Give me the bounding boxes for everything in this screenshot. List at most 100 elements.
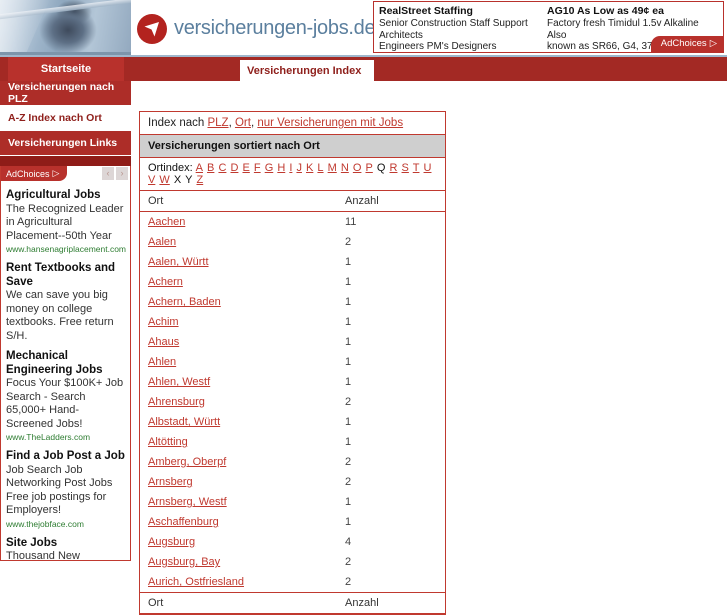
- sidebar-ad-url[interactable]: www.thejobface.com: [6, 518, 125, 530]
- sidebar-ad-item[interactable]: Mechanical Engineering Jobs Focus Your $…: [1, 350, 130, 443]
- index-prefix-label: Index nach: [148, 117, 208, 129]
- alpha-letter-M[interactable]: M: [328, 162, 337, 174]
- link-ort[interactable]: Achern: [148, 276, 183, 288]
- sidebar-item-az-index[interactable]: A-Z Index nach Ort: [0, 106, 131, 131]
- alpha-letter-W[interactable]: W: [159, 174, 169, 186]
- alpha-letter-J[interactable]: J: [296, 162, 302, 174]
- table-row: Achern, Baden 1: [140, 292, 445, 312]
- orte-table: Ort Anzahl Aachen 11 Aalen 2 Aalen, Württ 1 Ac…: [140, 191, 445, 614]
- alpha-letter-O[interactable]: O: [353, 162, 362, 174]
- alpha-letter-U[interactable]: U: [424, 162, 432, 174]
- link-ort[interactable]: Ahlen: [148, 356, 176, 368]
- chevron-left-icon[interactable]: ‹: [102, 167, 114, 180]
- link-ort[interactable]: Achern, Baden: [148, 296, 221, 308]
- link-ort[interactable]: Ahaus: [148, 336, 179, 348]
- table-row: Ahaus 1: [140, 332, 445, 352]
- sidebar-ad-url[interactable]: www.hansenagriplacement.com: [6, 243, 126, 255]
- sidebar-ad-url[interactable]: www.TheLadders.com: [6, 431, 125, 443]
- top-ad-url[interactable]: www.realstreetstaffing.com: [379, 53, 541, 54]
- alpha-letter-I[interactable]: I: [289, 162, 292, 174]
- link-ort[interactable]: Arnsberg, Westf: [148, 496, 227, 508]
- site-logo[interactable]: versicherungen-jobs.de: [131, 0, 376, 57]
- column-footer-ort: Ort: [140, 592, 337, 614]
- alpha-letter-A[interactable]: A: [196, 162, 203, 174]
- sidebar-ad-item[interactable]: Find a Job Post a Job Job Search Job Net…: [1, 450, 130, 530]
- alpha-letter-Y: Y: [185, 174, 193, 186]
- alphabet-index-label: Ortindex:: [148, 162, 193, 174]
- alpha-letter-D[interactable]: D: [230, 162, 238, 174]
- chevron-right-icon[interactable]: ›: [116, 167, 128, 180]
- link-ort[interactable]: Augsburg: [148, 536, 195, 548]
- link-ort[interactable]: Aalen: [148, 236, 176, 248]
- alpha-letter-R[interactable]: R: [390, 162, 398, 174]
- alpha-letter-B[interactable]: B: [207, 162, 214, 174]
- sidebar-ad-title-underlined[interactable]: Save: [6, 276, 125, 290]
- sidebar-ad-body: We can save you big money on college tex…: [6, 289, 114, 342]
- header-photo-banner: [0, 0, 132, 52]
- sidebar-item-links[interactable]: Versicherungen Links: [0, 131, 131, 156]
- alpha-letter-G[interactable]: G: [265, 162, 274, 174]
- alpha-letter-K[interactable]: K: [306, 162, 313, 174]
- cell-anzahl: 1: [345, 276, 352, 288]
- cell-ort: Ahaus: [140, 332, 337, 352]
- sidebar-adchoices-button[interactable]: AdChoices ▷: [1, 166, 68, 181]
- link-ort[interactable]: Aachen: [148, 216, 185, 228]
- sidebar-ad-title[interactable]: Find a Job Post a Job: [6, 450, 125, 464]
- tab-startseite[interactable]: Startseite: [8, 57, 124, 81]
- top-ad-title[interactable]: RealStreet Staffing: [379, 5, 541, 17]
- link-ort[interactable]: Ahlen, Westf: [148, 376, 210, 388]
- link-index-plz[interactable]: PLZ: [207, 117, 228, 129]
- top-ad-url[interactable]: lapvoltae.com: [547, 53, 709, 54]
- top-ad-block[interactable]: RealStreet Staffing Senior Construction …: [373, 1, 724, 53]
- link-ort[interactable]: Albstadt, Württ: [148, 416, 220, 428]
- link-ort[interactable]: Amberg, Oberpf: [148, 456, 226, 468]
- adchoices-label: AdChoices: [660, 38, 707, 49]
- adchoices-label: AdChoices: [6, 168, 50, 179]
- adchoices-button[interactable]: AdChoices ▷: [650, 36, 723, 52]
- link-ort[interactable]: Ahrensburg: [148, 396, 205, 408]
- alpha-letter-F[interactable]: F: [254, 162, 261, 174]
- alpha-letter-N[interactable]: N: [341, 162, 349, 174]
- table-row: Augsburg 4: [140, 532, 445, 552]
- top-ad-item[interactable]: RealStreet Staffing Senior Construction …: [379, 5, 547, 54]
- sidebar-ad-body: Thousand New: [6, 550, 80, 561]
- link-ort[interactable]: Aurich, Ostfriesland: [148, 576, 244, 588]
- link-ort[interactable]: Augsburg, Bay: [148, 556, 220, 568]
- alpha-letter-S[interactable]: S: [402, 162, 409, 174]
- adchoices-triangle-icon: ▷: [709, 38, 717, 49]
- sidebar-ad-title[interactable]: Agricultural Jobs: [6, 189, 125, 203]
- link-index-mit-jobs[interactable]: nur Versicherungen mit Jobs: [257, 117, 403, 129]
- sidebar-ad-title[interactable]: Mechanical: [6, 350, 125, 364]
- link-ort[interactable]: Arnsberg: [148, 476, 193, 488]
- alpha-letter-H[interactable]: H: [277, 162, 285, 174]
- alpha-letter-E[interactable]: E: [242, 162, 249, 174]
- sidebar-item-plz[interactable]: Versicherungen nach PLZ: [0, 81, 131, 106]
- cell-ort: Aschaffenburg: [140, 512, 337, 532]
- alpha-letter-P[interactable]: P: [365, 162, 372, 174]
- table-row: Altötting 1: [140, 432, 445, 452]
- alpha-letter-C[interactable]: C: [218, 162, 226, 174]
- alpha-letter-L[interactable]: L: [317, 162, 323, 174]
- sidebar-ad-item[interactable]: Agricultural Jobs The Recognized Leader …: [1, 189, 130, 255]
- sidebar-ad-item[interactable]: Rent Textbooks and Save We can save you …: [1, 262, 130, 343]
- cell-anzahl: 1: [345, 296, 352, 308]
- link-ort[interactable]: Achim: [148, 316, 179, 328]
- cell-ort: Augsburg, Bay: [140, 552, 337, 572]
- alpha-letter-Z[interactable]: Z: [196, 174, 203, 186]
- sidebar-ad-title[interactable]: Site Jobs: [6, 537, 125, 551]
- cell-ort: Ahrensburg: [140, 392, 337, 412]
- cell-anzahl: 1: [345, 316, 352, 328]
- sidebar-ad-title[interactable]: Rent Textbooks and: [6, 262, 125, 276]
- alpha-letter-V[interactable]: V: [148, 174, 155, 186]
- link-ort[interactable]: Aschaffenburg: [148, 516, 219, 528]
- link-index-ort[interactable]: Ort: [235, 117, 251, 129]
- sidebar-ad-title-underlined[interactable]: Engineering Jobs: [6, 364, 125, 378]
- tab-versicherungen-index[interactable]: Versicherungen Index: [240, 60, 374, 81]
- alpha-letter-T[interactable]: T: [413, 162, 420, 174]
- link-ort[interactable]: Altötting: [148, 436, 188, 448]
- top-ad-title[interactable]: AG10 As Low as 49¢ ea: [547, 5, 709, 17]
- logo-text: versicherungen-jobs.de: [174, 17, 376, 39]
- link-ort[interactable]: Aalen, Württ: [148, 256, 209, 268]
- sidebar-ad-item[interactable]: Site Jobs Thousand New: [1, 537, 130, 561]
- table-row: Albstadt, Württ 1: [140, 412, 445, 432]
